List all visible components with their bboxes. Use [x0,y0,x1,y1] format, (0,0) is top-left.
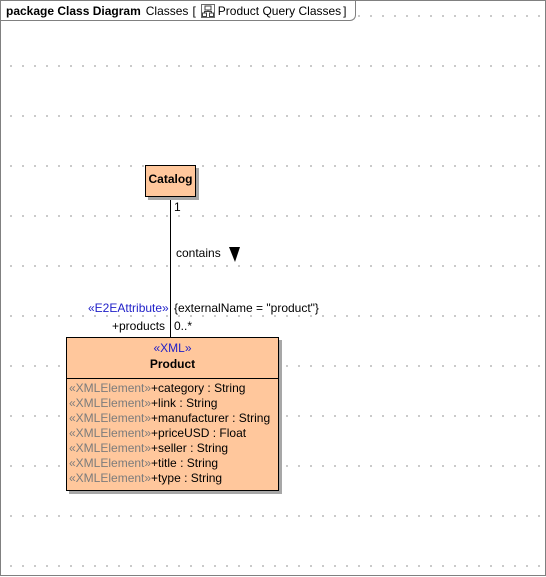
attribute-type: : String [228,411,271,425]
attribute-stereotype: «XMLElement» [69,411,152,425]
attribute-type: : String [186,441,229,455]
target-role: +products [112,319,166,333]
association-name: contains [176,246,221,260]
attribute-name: +seller [151,441,187,455]
class-product[interactable]: «XML» Product «XMLElement»+category : St… [66,337,279,491]
attribute-type: : String [180,471,223,485]
attribute-row[interactable]: «XMLElement»+title : String [69,456,278,471]
attribute-name: +category [151,381,205,395]
attribute-type: : String [176,456,219,470]
attribute-name: +manufacturer [151,411,229,425]
attribute-name: +title [151,456,177,470]
attribute-name: +link [151,396,177,410]
source-multiplicity: 1 [174,200,181,214]
target-multiplicity: 0..* [174,319,193,333]
target-stereotype: «E2EAttribute» [88,301,169,315]
direction-arrow-down-icon [229,247,240,262]
class-name: Product [149,357,196,371]
attribute-row[interactable]: «XMLElement»+seller : String [69,441,278,456]
diagram-canvas[interactable]: package Class Diagram Classes [ Product … [0,0,546,576]
attribute-stereotype: «XMLElement» [69,471,152,485]
attribute-name: +type [151,471,181,485]
class-name: Catalog [148,172,193,186]
attribute-stereotype: «XMLElement» [69,456,152,470]
attribute-row[interactable]: «XMLElement»+priceUSD : Float [69,426,278,441]
class-stereotype: «XML» [153,341,192,355]
attribute-stereotype: «XMLElement» [69,426,152,440]
attribute-stereotype: «XMLElement» [69,441,152,455]
attribute-stereotype: «XMLElement» [69,381,152,395]
attribute-name: +priceUSD [151,426,210,440]
tagged-value: {externalName = "product"} [174,301,319,315]
attribute-row[interactable]: «XMLElement»+category : String [69,381,278,396]
attribute-stereotype: «XMLElement» [69,396,152,410]
attribute-type: : String [176,396,218,410]
attribute-row[interactable]: «XMLElement»+type : String [69,471,278,486]
class-catalog[interactable]: Catalog [145,165,196,197]
attribute-row[interactable]: «XMLElement»+link : String [69,396,278,411]
class-header: «XML» Product [67,338,278,379]
attribute-row[interactable]: «XMLElement»+manufacturer : String [69,411,278,426]
attribute-type: : String [204,381,246,395]
attribute-compartment: «XMLElement»+category : String «XMLEleme… [67,379,278,486]
attribute-type: : Float [209,426,247,440]
